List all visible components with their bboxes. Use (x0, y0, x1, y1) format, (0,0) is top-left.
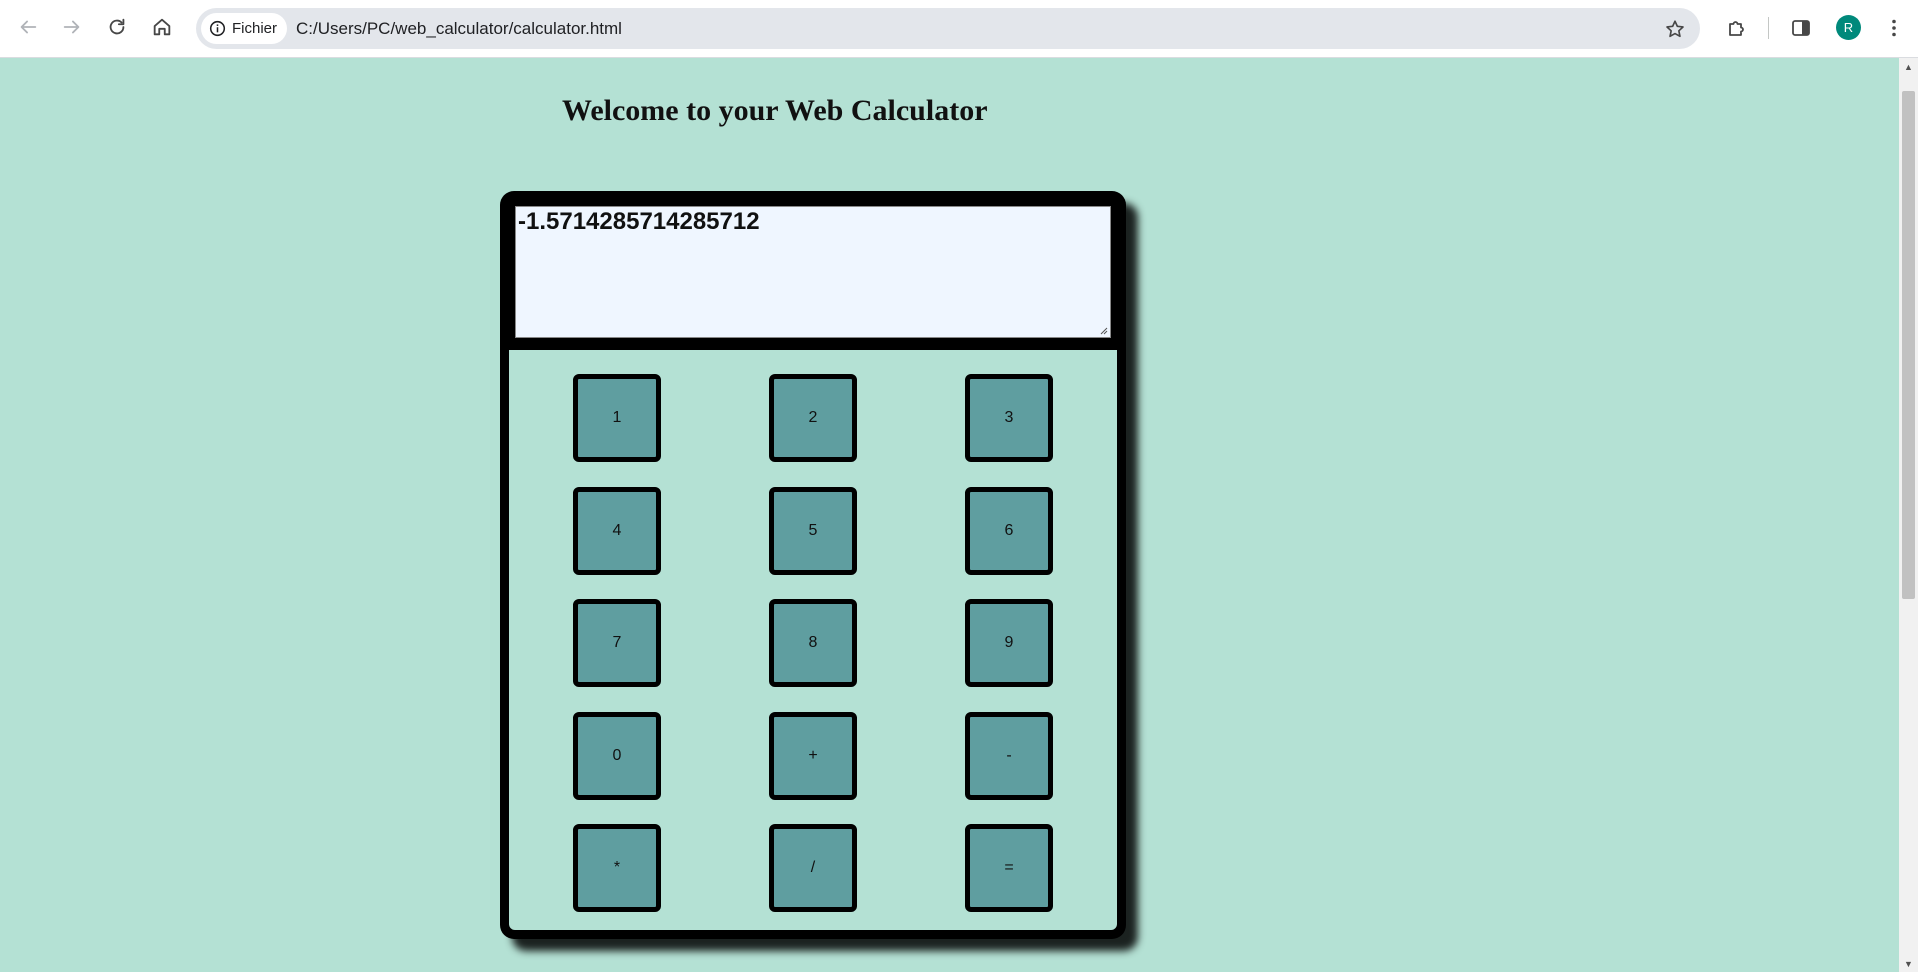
key-2[interactable]: 2 (769, 374, 857, 462)
key-plus[interactable]: + (769, 712, 857, 800)
key-3[interactable]: 3 (965, 374, 1053, 462)
key-minus[interactable]: - (965, 712, 1053, 800)
profile-avatar[interactable]: R (1836, 15, 1861, 40)
side-panel-button[interactable] (1784, 11, 1818, 45)
key-divide[interactable]: / (769, 824, 857, 912)
puzzle-icon (1729, 21, 1744, 36)
back-arrow-icon (20, 20, 37, 34)
reload-button[interactable] (101, 11, 133, 43)
vertical-scrollbar[interactable]: ▲ ▼ (1899, 58, 1918, 972)
reload-icon (109, 18, 125, 35)
key-5[interactable]: 5 (769, 487, 857, 575)
star-icon (1665, 19, 1684, 37)
key-6[interactable]: 6 (965, 487, 1053, 575)
key-1[interactable]: 1 (573, 374, 661, 462)
bookmark-button[interactable] (1659, 13, 1690, 44)
home-button[interactable] (146, 11, 178, 43)
scroll-thumb[interactable] (1902, 91, 1915, 599)
kebab-menu-icon (1892, 19, 1896, 37)
home-icon (153, 18, 171, 36)
menu-button[interactable] (1877, 11, 1911, 45)
page-title: Welcome to your Web Calculator (562, 94, 988, 127)
forward-arrow-icon (63, 20, 80, 34)
key-8[interactable]: 8 (769, 599, 857, 687)
page-content: Welcome to your Web Calculator 1 2 3 4 5… (0, 58, 1899, 972)
key-7[interactable]: 7 (573, 599, 661, 687)
key-equals[interactable]: = (965, 824, 1053, 912)
resize-grip-icon[interactable] (1098, 325, 1108, 335)
scroll-up-arrow-icon[interactable]: ▲ (1899, 58, 1918, 75)
key-9[interactable]: 9 (965, 599, 1053, 687)
forward-button[interactable] (56, 11, 88, 43)
key-4[interactable]: 4 (573, 487, 661, 575)
extensions-button[interactable] (1720, 11, 1754, 45)
url-text[interactable]: C:/Users/PC/web_calculator/calculator.ht… (296, 8, 622, 49)
calculator-display[interactable] (515, 206, 1111, 338)
key-0[interactable]: 0 (573, 712, 661, 800)
side-panel-icon (1792, 20, 1810, 36)
site-chip-label: Fichier (232, 20, 278, 37)
scroll-down-arrow-icon[interactable]: ▼ (1899, 955, 1918, 972)
calculator: 1 2 3 4 5 6 7 8 9 0 + - * / = (500, 191, 1126, 939)
browser-toolbar: Fichier C:/Users/PC/web_calculator/calcu… (0, 0, 1918, 58)
address-bar[interactable]: Fichier C:/Users/PC/web_calculator/calcu… (196, 8, 1700, 49)
key-multiply[interactable]: * (573, 824, 661, 912)
toolbar-divider (1768, 17, 1769, 39)
info-icon (209, 20, 226, 37)
site-info-chip[interactable]: Fichier (201, 13, 288, 44)
keypad: 1 2 3 4 5 6 7 8 9 0 + - * / = (509, 350, 1117, 930)
back-button[interactable] (12, 11, 44, 43)
